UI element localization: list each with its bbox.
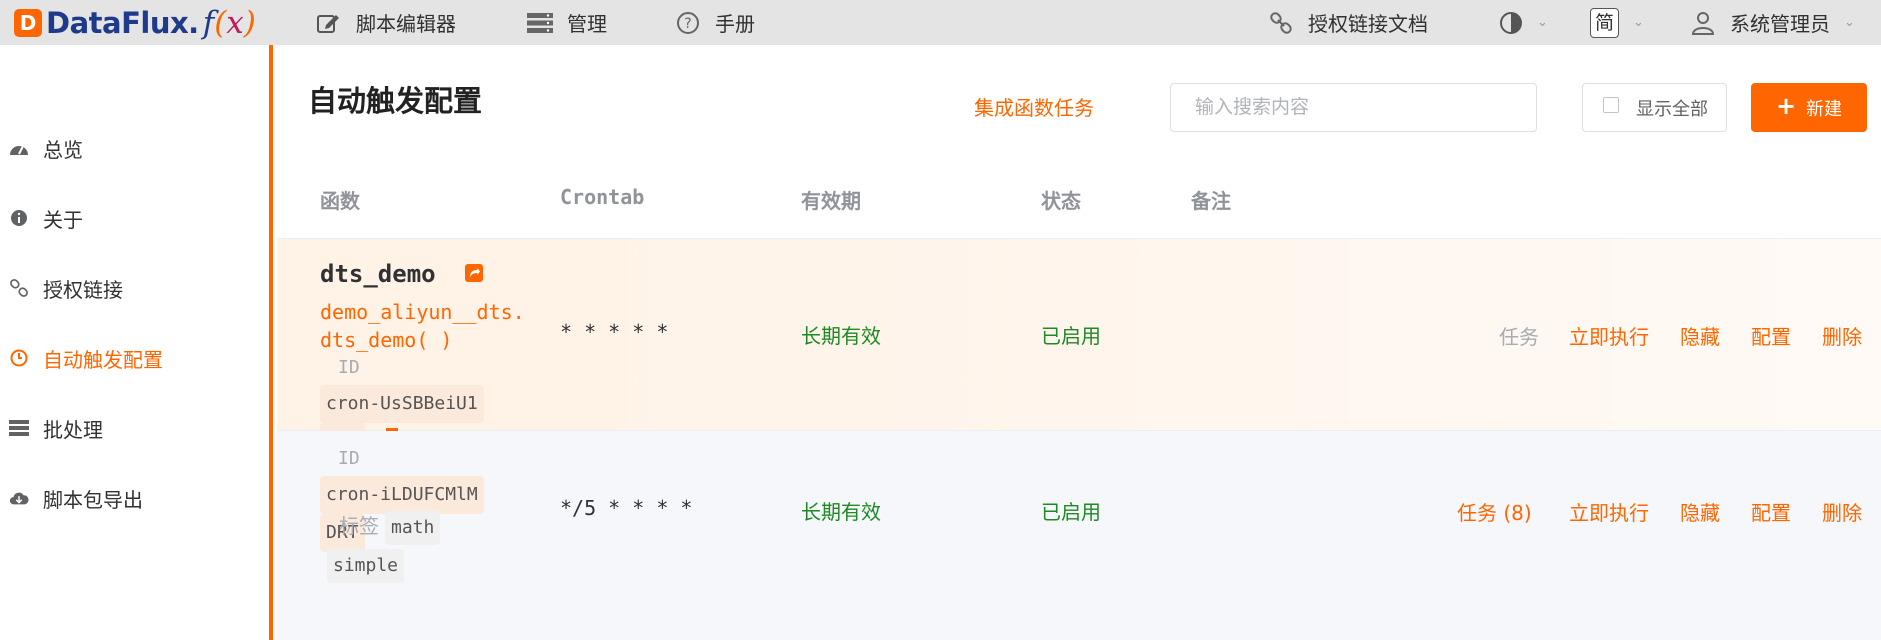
user-name: 系统管理员 — [1730, 12, 1830, 36]
nav-manual-label: 手册 — [715, 12, 755, 36]
function-title: dts_demo — [320, 260, 484, 289]
status-badge: 已启用 — [1041, 324, 1101, 348]
contrast-icon — [1499, 11, 1523, 35]
function-reference[interactable]: demo_aliyun__dts. dts_demo( ) — [320, 300, 525, 352]
info-icon — [9, 208, 29, 228]
sidebar-item-label: 关于 — [43, 207, 83, 232]
column-header-status: 状态 — [1041, 189, 1081, 213]
delete-button[interactable]: 删除 — [1822, 321, 1862, 350]
show-all-label: 显示全部 — [1636, 98, 1708, 120]
delete-button[interactable]: 删除 — [1822, 497, 1862, 526]
column-header-note: 备注 — [1191, 189, 1231, 213]
config-button[interactable]: 配置 — [1751, 497, 1791, 526]
logo[interactable]: D DataFlux. f(x) — [14, 4, 256, 42]
logo-text: DataFlux. — [46, 6, 199, 40]
svg-text:?: ? — [684, 16, 691, 32]
language-select[interactable]: 简 ⌄ — [1590, 0, 1644, 45]
nav-auth-link-docs[interactable]: 授权链接文档 — [1268, 0, 1428, 45]
user-icon — [1690, 10, 1716, 36]
table-row: IDcron-iLDUFCMlM DRT 标签 math simple */5 *… — [277, 431, 1881, 640]
nav-script-editor[interactable]: 脚本编辑器 — [316, 0, 456, 45]
run-now-button[interactable]: 立即执行 — [1569, 497, 1649, 526]
table-row: dts_demo demo_aliyun__dts. dts_demo( ) I… — [277, 238, 1881, 461]
nav-manage-label: 管理 — [567, 12, 607, 36]
tags-label: 标签 — [339, 514, 379, 538]
theme-toggle[interactable]: ⌄ — [1499, 0, 1548, 45]
validity-value: 长期有效 — [801, 500, 881, 524]
function-ref-line: dts_demo( ) — [320, 328, 453, 352]
logo-fx: f(x) — [202, 5, 256, 41]
function-title-text: dts_demo — [320, 260, 436, 288]
edit-icon — [316, 10, 342, 36]
sidebar-item-label: 批处理 — [43, 417, 103, 442]
search-input[interactable] — [1170, 83, 1537, 132]
run-now-button[interactable]: 立即执行 — [1569, 321, 1649, 350]
new-button-label: 新建 — [1806, 98, 1843, 120]
server-icon — [527, 10, 553, 36]
tasks-icon — [9, 418, 29, 438]
sidebar-item-script-export[interactable]: 脚本包导出 — [0, 478, 269, 518]
plus-icon: + — [1775, 92, 1797, 120]
language-label: 简 — [1590, 7, 1620, 38]
nav-auth-link-docs-label: 授权链接文档 — [1308, 12, 1428, 36]
integration-tasks-link[interactable]: 集成函数任务 — [974, 92, 1094, 121]
sidebar-item-auth-link[interactable]: 授权链接 — [0, 268, 269, 308]
link-icon — [1268, 10, 1294, 36]
hide-button[interactable]: 隐藏 — [1680, 497, 1720, 526]
new-button[interactable]: + 新建 — [1751, 83, 1867, 132]
clock-icon — [9, 348, 29, 368]
id-label: ID — [338, 448, 360, 469]
sidebar: 总览 关于 授权链接 自动触发配置 批处理 脚本包导出 — [0, 45, 273, 640]
help-circle-icon: ? — [675, 10, 701, 36]
task-button[interactable]: 任务 (8) — [1457, 497, 1532, 526]
sidebar-item-overview[interactable]: 总览 — [0, 128, 269, 168]
id-value: cron-UsSBBeiU1 — [320, 385, 484, 423]
crontab-value: */5 * * * * — [560, 496, 693, 520]
top-bar: D DataFlux. f(x) 脚本编辑器 管理 ? 手册 授权链接文档 ⌄ … — [0, 0, 1881, 45]
sidebar-item-label: 自动触发配置 — [43, 347, 163, 372]
sidebar-item-auto-trigger[interactable]: 自动触发配置 — [0, 338, 269, 378]
link-icon — [9, 278, 29, 298]
nav-script-editor-label: 脚本编辑器 — [356, 12, 456, 36]
main-content: 自动触发配置 集成函数任务 显示全部 + 新建 函数 Crontab 有效期 状… — [277, 45, 1881, 640]
sidebar-item-label: 总览 — [43, 137, 83, 162]
status-badge: 已启用 — [1041, 500, 1101, 524]
logo-mark-icon: D — [14, 9, 42, 37]
tag-chip[interactable]: math — [385, 511, 441, 545]
column-header-function: 函数 — [320, 189, 360, 213]
cloud-download-icon — [9, 488, 29, 508]
task-button[interactable]: 任务 — [1499, 321, 1539, 350]
chevron-down-icon: ⌄ — [1633, 15, 1644, 30]
nav-manual[interactable]: ? 手册 — [675, 0, 755, 45]
dashboard-icon — [9, 138, 29, 158]
chevron-down-icon: ⌄ — [1844, 15, 1855, 30]
id-label: ID — [338, 357, 360, 378]
chevron-down-icon: ⌄ — [1537, 15, 1548, 30]
tag-chip[interactable]: simple — [327, 549, 405, 583]
column-header-crontab: Crontab — [560, 185, 645, 209]
checkbox-box[interactable] — [1603, 96, 1619, 113]
id-value: cron-iLDUFCMlM — [320, 476, 484, 514]
tags-block: 标签 math simple — [327, 511, 517, 583]
external-link-icon[interactable] — [464, 261, 484, 289]
nav-manage[interactable]: 管理 — [527, 0, 607, 45]
sidebar-item-about[interactable]: 关于 — [0, 198, 269, 238]
hide-button[interactable]: 隐藏 — [1680, 321, 1720, 350]
show-all-checkbox[interactable]: 显示全部 — [1582, 83, 1727, 132]
user-menu[interactable]: 系统管理员 ⌄ — [1690, 0, 1855, 45]
function-ref-line: demo_aliyun__dts. — [320, 300, 525, 324]
column-header-validity: 有效期 — [801, 189, 861, 213]
validity-value: 长期有效 — [801, 324, 881, 348]
sidebar-item-label: 授权链接 — [43, 277, 123, 302]
page-title: 自动触发配置 — [308, 84, 483, 118]
sidebar-item-label: 脚本包导出 — [43, 487, 143, 512]
config-button[interactable]: 配置 — [1751, 321, 1791, 350]
crontab-value: * * * * * — [560, 320, 669, 344]
sidebar-item-batch[interactable]: 批处理 — [0, 408, 269, 448]
